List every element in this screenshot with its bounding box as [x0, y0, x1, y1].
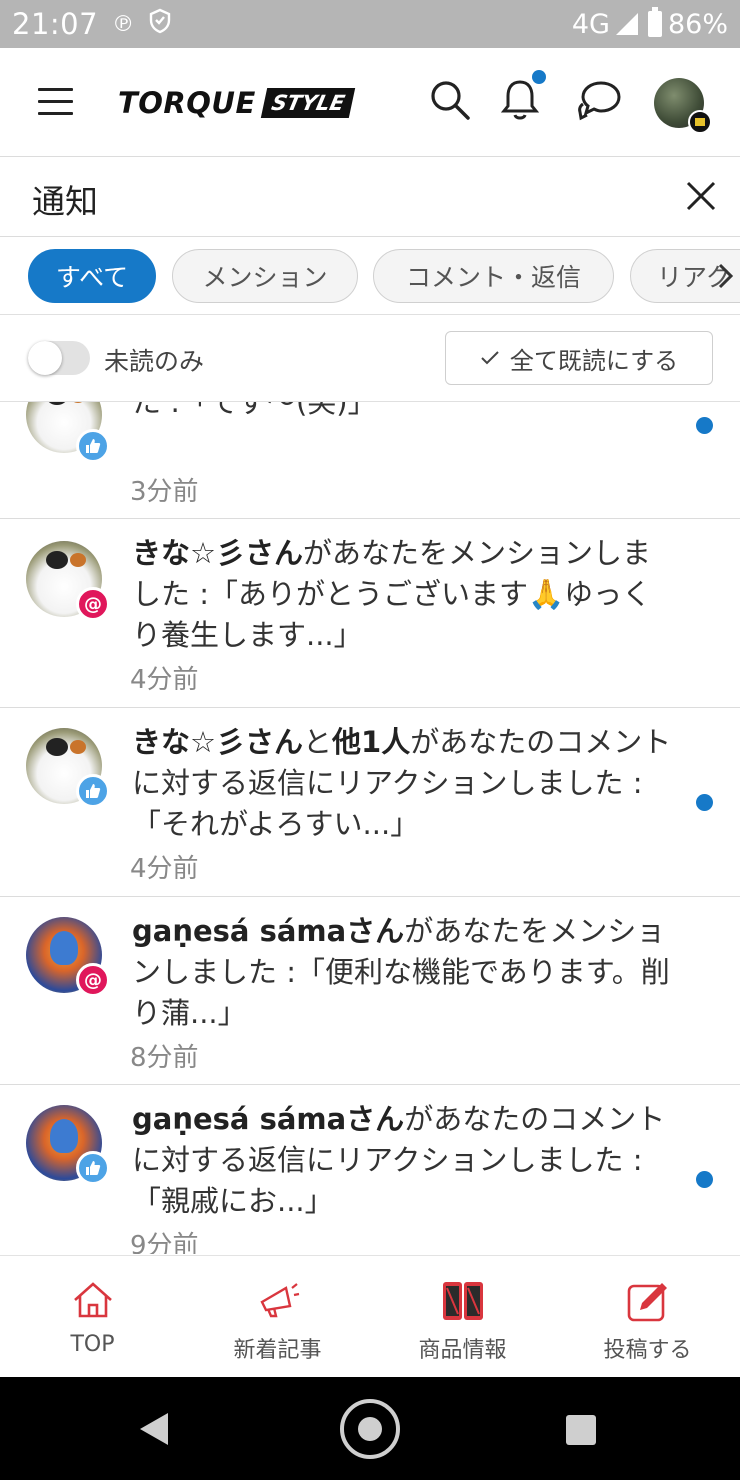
chat-icon[interactable] [577, 78, 621, 122]
nav-new-articles[interactable]: 新着記事 [185, 1256, 370, 1378]
tab-comments-replies[interactable]: コメント・返信 [373, 249, 614, 303]
like-icon [76, 429, 110, 463]
actor-name: gaṇesá sámaさん [132, 1102, 405, 1136]
actor-name: きな☆彡さん [132, 725, 303, 759]
filter-tabs: すべて メンション コメント・返信 リアク [0, 237, 740, 315]
connector-text: と [303, 725, 333, 759]
notification-time: 9分前 [130, 1231, 199, 1254]
notification-text: gaṇesá sámaさんがあなたをメンションしました :「便利な機能であります… [132, 911, 672, 1034]
notification-time: 8分前 [130, 1043, 199, 1073]
system-navigation-bar [0, 1377, 740, 1480]
notification-list[interactable]: ントに対する返信にリアクションしました :「でず〜(笑)」 3分前 @ きな☆彡… [0, 402, 740, 1254]
home-icon [71, 1280, 115, 1324]
tab-mentions[interactable]: メンション [172, 249, 358, 303]
mark-all-read-button[interactable]: 全て既読にする [445, 331, 713, 385]
notification-time: 4分前 [130, 665, 199, 695]
notification-text: gaṇesá sámaさんがあなたのコメントに対する返信にリアクションしました … [132, 1099, 672, 1222]
nav-top[interactable]: TOP [0, 1256, 185, 1378]
shield-icon [148, 8, 172, 40]
user-avatar[interactable] [654, 78, 712, 134]
nav-products[interactable]: 商品情報 [370, 1256, 555, 1378]
notification-item[interactable]: きな☆彡さんと他1人があなたのコメントに対する返信にリアクションしました :「そ… [0, 708, 740, 897]
notification-item[interactable]: ントに対する返信にリアクションしました :「でず〜(笑)」 3分前 [0, 402, 740, 519]
compose-icon [626, 1280, 670, 1326]
bell-icon[interactable] [500, 70, 546, 122]
nav-post[interactable]: 投稿する [555, 1256, 740, 1378]
unread-dot [696, 417, 713, 434]
phone-product-icon [440, 1280, 486, 1326]
unread-only-label: 未読のみ [104, 347, 205, 376]
megaphone-icon [256, 1280, 300, 1324]
actor-others: 他1人 [332, 725, 411, 759]
bottom-navigation: TOP 新着記事 商品情報 投稿する [0, 1255, 740, 1377]
unread-dot [696, 1171, 713, 1188]
notification-item[interactable]: @ gaṇesá sámaさんがあなたをメンションしました :「便利な機能であり… [0, 897, 740, 1085]
nav-label: 新着記事 [233, 1338, 322, 1363]
notification-text: きな☆彡さんがあなたをメンションしました :「ありがとうございます🙏ゆっくり養生… [132, 533, 672, 656]
like-icon [76, 1151, 110, 1185]
like-icon [76, 774, 110, 808]
signal-icon [615, 13, 638, 35]
nav-label: TOP [70, 1332, 115, 1357]
notification-time: 3分前 [130, 477, 199, 507]
page-header: 通知 [0, 157, 740, 237]
status-time: 21:07 [12, 7, 99, 41]
logo-main-text: TORQUE [118, 86, 256, 120]
notification-item[interactable]: gaṇesá sámaさんがあなたのコメントに対する返信にリアクションしました … [0, 1085, 740, 1254]
home-button-icon[interactable] [340, 1399, 400, 1459]
notification-time: 4分前 [130, 854, 199, 884]
nav-label: 商品情報 [418, 1338, 507, 1363]
torque-style-logo[interactable]: TORQUE STYLE [118, 86, 356, 120]
logo-sub-text: STYLE [260, 88, 356, 118]
battery-icon [647, 7, 662, 37]
check-icon [481, 351, 499, 365]
page-title: 通知 [32, 182, 98, 221]
status-bar: 21:07 ℗ 4G 86% [0, 0, 740, 48]
tab-all[interactable]: すべて [28, 249, 156, 303]
mention-icon: @ [76, 587, 110, 621]
mark-all-read-label: 全て既読にする [509, 346, 679, 375]
nav-label: 投稿する [603, 1338, 692, 1363]
recents-icon[interactable] [566, 1415, 596, 1445]
unread-dot [696, 794, 713, 811]
data-saver-icon: ℗ [112, 11, 135, 37]
user-rank-badge [688, 110, 712, 134]
actor-name: gaṇesá sámaさん [132, 914, 405, 948]
notification-text: ントに対する返信にリアクションしました :「でず〜(笑)」 [132, 402, 672, 423]
unread-only-toggle[interactable] [28, 341, 90, 375]
notification-text: きな☆彡さんと他1人があなたのコメントに対する返信にリアクションしました :「そ… [132, 722, 672, 845]
mention-icon: @ [76, 963, 110, 997]
notification-dot [532, 70, 546, 84]
toggle-knob [28, 341, 62, 375]
notification-item[interactable]: @ きな☆彡さんがあなたをメンションしました :「ありがとうございます🙏ゆっくり… [0, 519, 740, 708]
search-icon[interactable] [428, 78, 472, 122]
back-icon[interactable] [140, 1413, 168, 1445]
unread-filter-bar: 未読のみ 全て既読にする [0, 315, 740, 402]
network-type: 4G [571, 8, 610, 40]
actor-name: きな☆彡さん [132, 536, 303, 570]
menu-icon[interactable] [38, 88, 73, 116]
app-header: TORQUE STYLE [0, 48, 740, 157]
chevron-right-icon[interactable] [716, 261, 736, 291]
notification-body: ントに対する返信にリアクションしました :「でず〜(笑)」 [132, 402, 377, 419]
battery-level: 86% [667, 8, 728, 40]
close-icon[interactable] [684, 179, 718, 213]
